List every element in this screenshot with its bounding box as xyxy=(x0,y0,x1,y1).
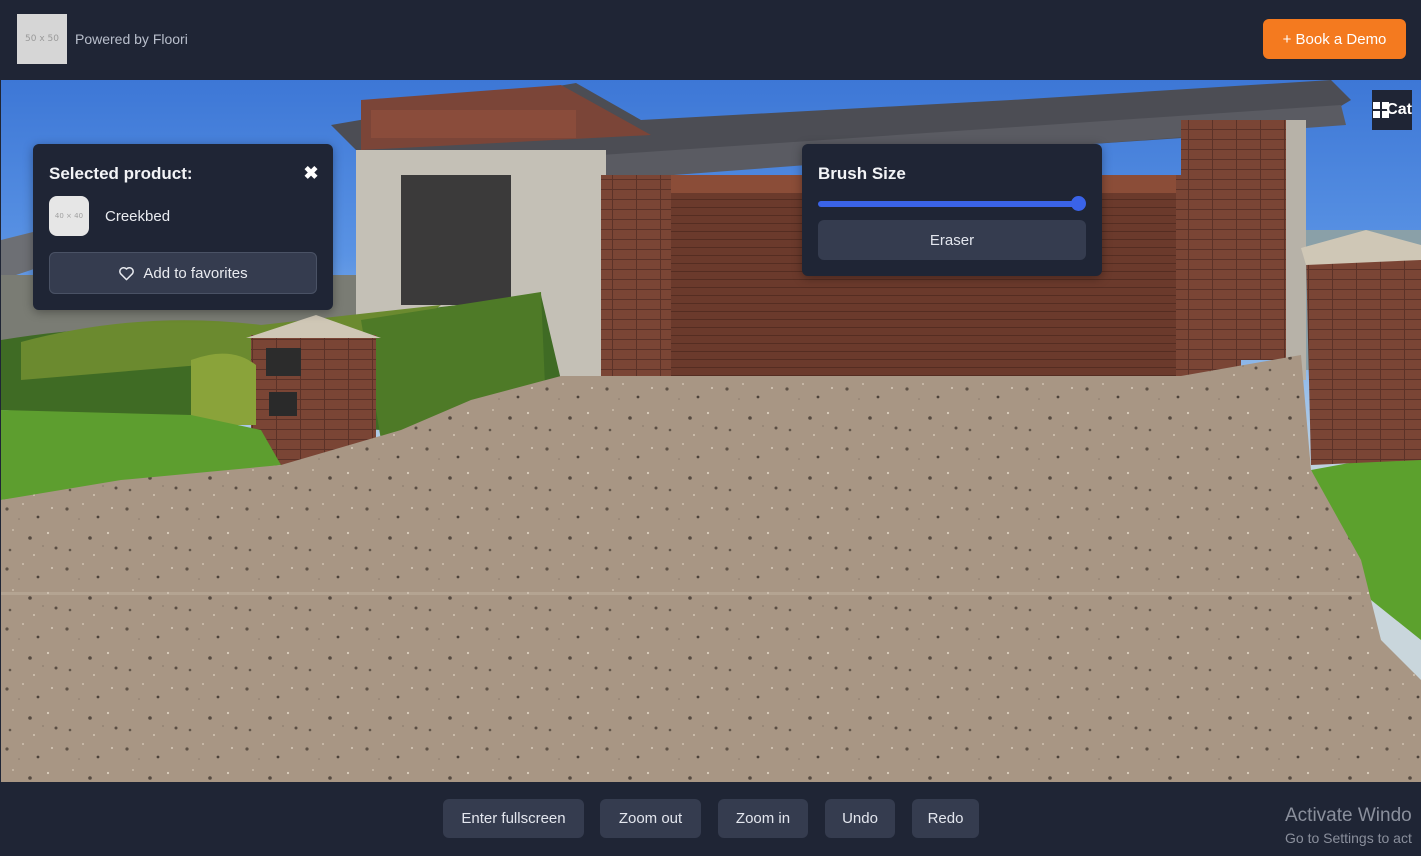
book-demo-button[interactable]: + Book a Demo xyxy=(1263,19,1406,59)
heart-icon xyxy=(119,266,135,280)
brush-size-slider-handle[interactable] xyxy=(1070,196,1086,211)
powered-by-text[interactable]: Powered by Floori xyxy=(75,31,188,47)
add-to-favorites-label: Add to favorites xyxy=(143,264,248,282)
grid-icon xyxy=(1373,102,1389,118)
selected-product-panel: Selected product: ✖ 40 × 40 Creekbed Add… xyxy=(33,144,333,310)
activate-windows-watermark: Activate Windo Go to Settings to act xyxy=(1285,805,1412,846)
add-to-favorites-button[interactable]: Add to favorites xyxy=(49,252,317,294)
watermark-line-2: Go to Settings to act xyxy=(1285,830,1412,846)
bottom-control-bar xyxy=(0,782,1421,856)
selected-product-title: Selected product: xyxy=(49,164,193,183)
redo-button[interactable]: Redo xyxy=(912,799,979,838)
top-bar: 50 x 50 Powered by Floori + Book a Demo xyxy=(0,0,1421,80)
zoom-in-button[interactable]: Zoom in xyxy=(718,799,808,838)
brush-size-panel: Brush Size Eraser xyxy=(802,144,1102,276)
brush-size-title: Brush Size xyxy=(818,164,906,183)
catalog-button[interactable]: Cat xyxy=(1372,90,1412,130)
eraser-button[interactable]: Eraser xyxy=(818,220,1086,260)
close-icon[interactable]: ✖ xyxy=(303,164,319,182)
watermark-line-1: Activate Windo xyxy=(1285,805,1412,826)
logo-placeholder: 50 x 50 xyxy=(17,14,67,64)
product-thumbnail: 40 × 40 xyxy=(49,196,89,236)
catalog-label: Cat xyxy=(1386,101,1412,118)
zoom-out-button[interactable]: Zoom out xyxy=(600,799,701,838)
brush-size-slider-track[interactable] xyxy=(818,201,1078,207)
product-name: Creekbed xyxy=(105,208,171,225)
enter-fullscreen-button[interactable]: Enter fullscreen xyxy=(443,799,584,838)
undo-button[interactable]: Undo xyxy=(825,799,895,838)
